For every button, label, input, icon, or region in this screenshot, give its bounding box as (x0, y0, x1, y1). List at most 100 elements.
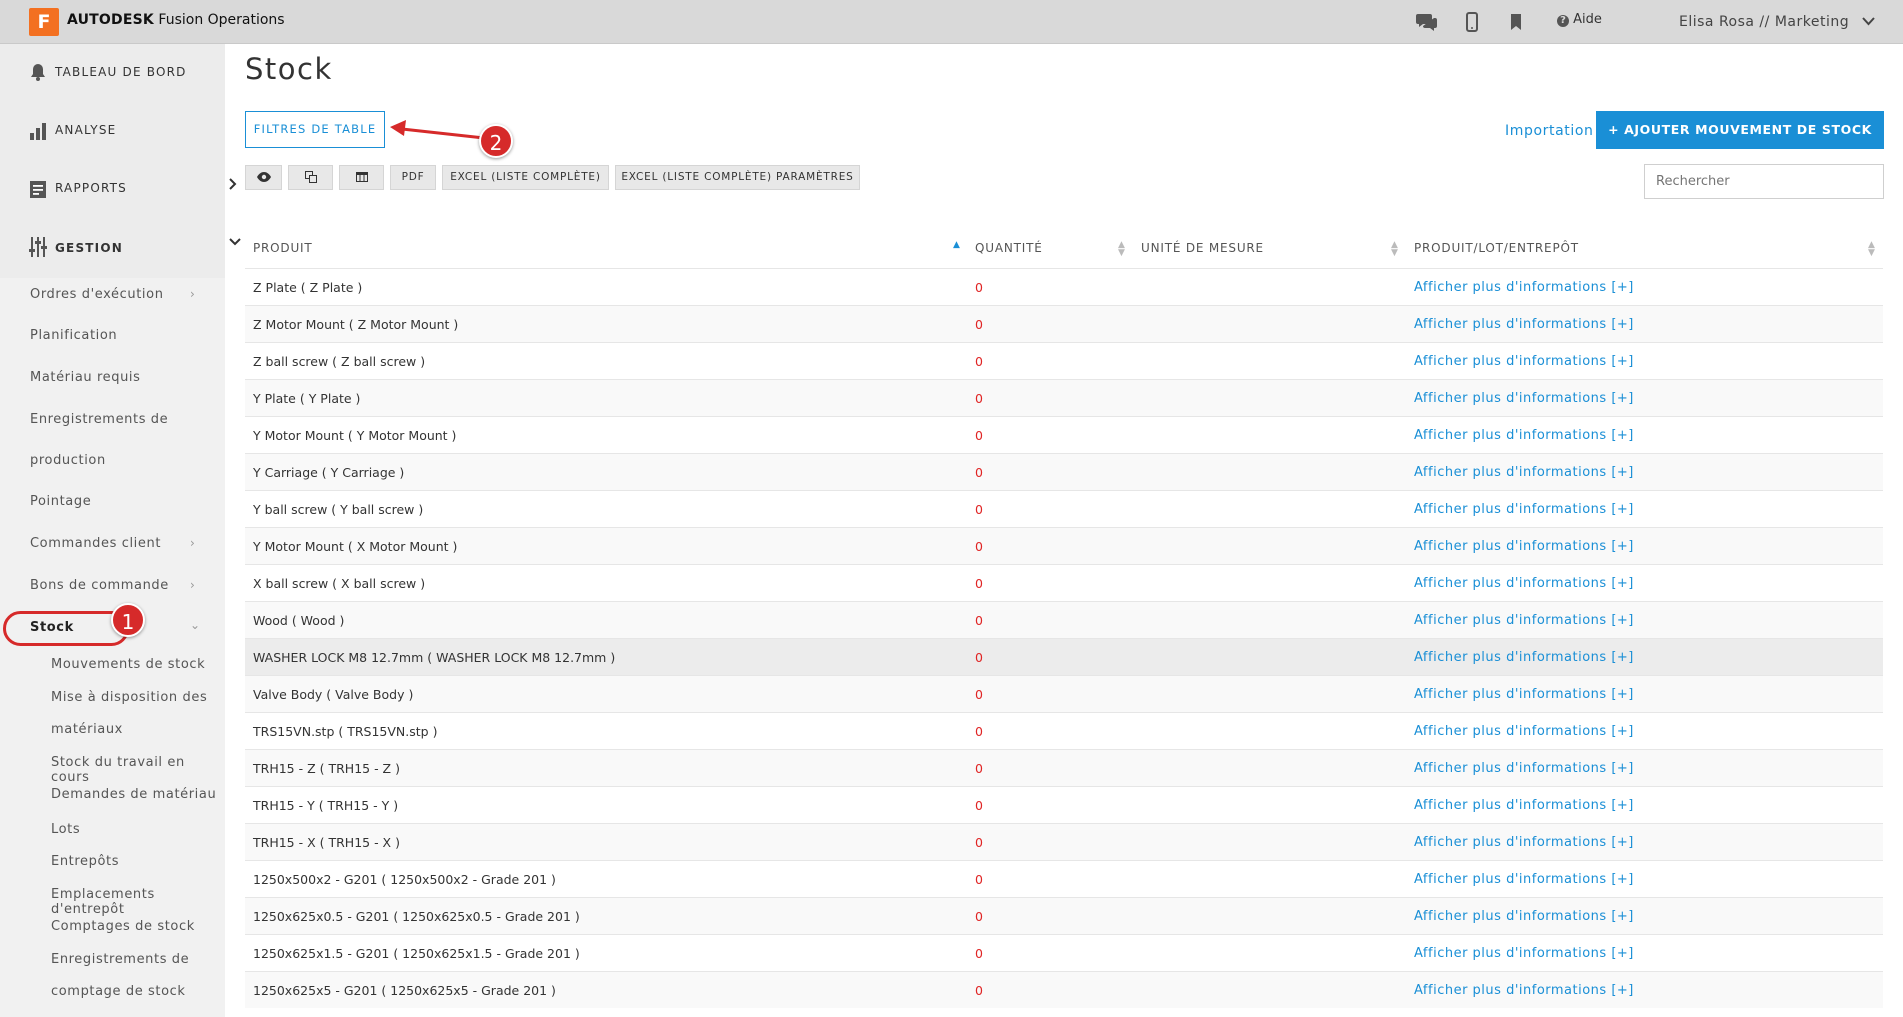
sort-icon[interactable]: ▲ ▼ (1391, 241, 1398, 258)
table-row[interactable]: 1250x500x2 - G201 ( 1250x500x2 - Grade 2… (245, 860, 1883, 897)
sidebar-subitem-demandes-de-materiau[interactable]: Demandes de matériau (51, 787, 216, 802)
sidebar-item-analyse[interactable]: ANALYSE (0, 102, 225, 160)
sidebar-subitem-lots[interactable]: Lots (51, 822, 80, 837)
sidebar-item-tableau-de-bord[interactable]: TABLEAU DE BORD (0, 44, 225, 102)
excel-export-settings-button[interactable]: EXCEL (LISTE COMPLÈTE) PARAMÈTRES (615, 165, 860, 190)
import-link[interactable]: Importation (1505, 123, 1593, 139)
copy-button[interactable] (288, 165, 333, 190)
more-info-link[interactable]: Afficher plus d'informations [+] (1414, 354, 1634, 369)
product-cell: Y Motor Mount ( X Motor Mount ) (253, 539, 458, 554)
table-row[interactable]: TRH15 - X ( TRH15 - X ) 0 Afficher plus d'… (245, 823, 1883, 860)
table-row[interactable]: Y Motor Mount ( Y Motor Mount ) 0 Afficher… (245, 416, 1883, 453)
sidebar-subitem-enregistrements-comptage[interactable]: Enregistrements de (51, 952, 189, 967)
mobile-icon[interactable] (1460, 10, 1484, 34)
sidebar-subitem-mise-a-disposition-line2[interactable]: matériaux (51, 722, 123, 737)
sort-icon[interactable]: ▲ ▼ (1118, 241, 1125, 258)
sidebar: TABLEAU DE BORD ANALYSE RAPPORTS GESTION… (0, 44, 241, 1017)
sidebar-item-planification[interactable]: Planification (30, 328, 117, 343)
more-info-link[interactable]: Afficher plus d'informations [+] (1414, 909, 1634, 924)
sidebar-subitem-stock-travail-en-cours[interactable]: Stock du travail en cours (51, 755, 225, 785)
table-row[interactable]: Wood ( Wood ) 0 Afficher plus d'informatio… (245, 601, 1883, 638)
table-row[interactable]: TRH15 - Y ( TRH15 - Y ) 0 Afficher plus d'… (245, 786, 1883, 823)
column-header-produit-lot-entrepot[interactable]: PRODUIT/LOT/ENTREPÔT (1414, 241, 1579, 255)
sidebar-subitem-emplacements-entrepot[interactable]: Emplacements d'entrepôt (51, 887, 225, 917)
user-menu[interactable]: Elisa Rosa // Marketing (1679, 14, 1875, 30)
table-row[interactable]: TRH15 - Z ( TRH15 - Z ) 0 Afficher plus d'… (245, 749, 1883, 786)
more-info-link[interactable]: Afficher plus d'informations [+] (1414, 872, 1634, 887)
sidebar-item-materiau-requis[interactable]: Matériau requis (30, 370, 141, 385)
more-info-link[interactable]: Afficher plus d'informations [+] (1414, 761, 1634, 776)
table-filters-button[interactable]: FILTRES DE TABLE (245, 111, 385, 148)
quantity-cell: 0 (975, 576, 983, 591)
column-header-produit[interactable]: PRODUIT (253, 241, 313, 255)
table-row[interactable]: 1250x625x1.5 - G201 ( 1250x625x1.5 - Gra… (245, 934, 1883, 971)
annotation-badge-2: 2 (479, 124, 513, 158)
table-row[interactable]: TRS15VN.stp ( TRS15VN.stp ) 0 Afficher plu… (245, 712, 1883, 749)
pdf-export-button[interactable]: PDF (390, 165, 436, 190)
copy-icon (304, 171, 317, 183)
columns-button[interactable] (339, 165, 384, 190)
more-info-link[interactable]: Afficher plus d'informations [+] (1414, 835, 1634, 850)
more-info-link[interactable]: Afficher plus d'informations [+] (1414, 317, 1634, 332)
sidebar-subitem-mouvements-de-stock[interactable]: Mouvements de stock (51, 657, 205, 672)
table-row[interactable]: Z Plate ( Z Plate ) 0 Afficher plus d'info… (245, 268, 1883, 305)
table-row[interactable]: Valve Body ( Valve Body ) 0 Afficher plus … (245, 675, 1883, 712)
quantity-cell: 0 (975, 946, 983, 961)
bookmark-icon[interactable] (1504, 10, 1528, 34)
more-info-link[interactable]: Afficher plus d'informations [+] (1414, 576, 1634, 591)
table-row[interactable]: 1250x625x0.5 - G201 ( 1250x625x0.5 - Gra… (245, 897, 1883, 934)
quantity-cell: 0 (975, 983, 983, 998)
table-row[interactable]: X ball screw ( X ball screw ) 0 Afficher p… (245, 564, 1883, 601)
help-icon: ? (1557, 15, 1569, 27)
table-row[interactable]: Y Plate ( Y Plate ) 0 Afficher plus d'info… (245, 379, 1883, 416)
product-cell: Z Motor Mount ( Z Motor Mount ) (253, 317, 459, 332)
more-info-link[interactable]: Afficher plus d'informations [+] (1414, 724, 1634, 739)
more-info-link[interactable]: Afficher plus d'informations [+] (1414, 650, 1634, 665)
more-info-link[interactable]: Afficher plus d'informations [+] (1414, 502, 1634, 517)
table-row[interactable]: Z ball screw ( Z ball screw ) 0 Afficher p… (245, 342, 1883, 379)
annotation-arrow (390, 120, 485, 140)
table-row[interactable]: Y Motor Mount ( X Motor Mount ) 0 Afficher… (245, 527, 1883, 564)
sidebar-item-gestion[interactable]: GESTION (0, 218, 241, 278)
more-info-link[interactable]: Afficher plus d'informations [+] (1414, 798, 1634, 813)
quantity-cell: 0 (975, 391, 983, 406)
sort-asc-icon[interactable]: ▲ (953, 241, 960, 250)
sidebar-item-enregistrements-production-line2[interactable]: production (30, 453, 106, 468)
excel-export-button[interactable]: EXCEL (LISTE COMPLÈTE) (442, 165, 609, 190)
sidebar-subitem-mise-a-disposition[interactable]: Mise à disposition des (51, 690, 207, 705)
sidebar-subitem-comptages-de-stock[interactable]: Comptages de stock (51, 919, 195, 934)
chat-icon[interactable] (1415, 10, 1439, 34)
sidebar-subitem-entrepots[interactable]: Entrepôts (51, 854, 119, 869)
help-link[interactable]: ? Aide (1557, 12, 1602, 27)
more-info-link[interactable]: Afficher plus d'informations [+] (1414, 280, 1634, 295)
table-row[interactable]: 1250x625x5 - G201 ( 1250x625x5 - Grade 2… (245, 971, 1883, 1008)
table-row[interactable]: Y ball screw ( Y ball screw ) 0 Afficher p… (245, 490, 1883, 527)
column-visibility-button[interactable] (245, 165, 282, 190)
sort-icon[interactable]: ▲ ▼ (1868, 241, 1875, 258)
more-info-link[interactable]: Afficher plus d'informations [+] (1414, 391, 1634, 406)
column-header-quantite[interactable]: QUANTITÉ (975, 241, 1043, 255)
fusion-logo[interactable]: F (29, 8, 59, 36)
column-header-unite[interactable]: UNITÉ DE MESURE (1141, 241, 1264, 255)
sidebar-item-pointage[interactable]: Pointage (30, 494, 91, 509)
table-row[interactable]: WASHER LOCK M8 12.7mm ( WASHER LOCK M8 1… (245, 638, 1883, 675)
search-input[interactable] (1644, 164, 1884, 199)
more-info-link[interactable]: Afficher plus d'informations [+] (1414, 687, 1634, 702)
more-info-link[interactable]: Afficher plus d'informations [+] (1414, 946, 1634, 961)
table-row[interactable]: Z Motor Mount ( Z Motor Mount ) 0 Afficher… (245, 305, 1883, 342)
add-stock-movement-button[interactable]: + AJOUTER MOUVEMENT DE STOCK (1596, 111, 1884, 149)
sidebar-item-label: TABLEAU DE BORD (55, 65, 187, 79)
more-info-link[interactable]: Afficher plus d'informations [+] (1414, 428, 1634, 443)
more-info-link[interactable]: Afficher plus d'informations [+] (1414, 613, 1634, 628)
sidebar-item-rapports[interactable]: RAPPORTS (0, 160, 237, 218)
more-info-link[interactable]: Afficher plus d'informations [+] (1414, 983, 1634, 998)
sidebar-item-commandes-client[interactable]: Commandes client (30, 536, 161, 551)
sidebar-item-bons-de-commande[interactable]: Bons de commande (30, 578, 169, 593)
sidebar-subitem-enregistrements-comptage-line2[interactable]: comptage de stock (51, 984, 186, 999)
table-row[interactable]: Y Carriage ( Y Carriage ) 0 Afficher plus … (245, 453, 1883, 490)
sidebar-item-enregistrements-production[interactable]: Enregistrements de (30, 412, 168, 427)
more-info-link[interactable]: Afficher plus d'informations [+] (1414, 539, 1634, 554)
more-info-link[interactable]: Afficher plus d'informations [+] (1414, 465, 1634, 480)
sidebar-item-ordres-execution[interactable]: Ordres d'exécution (30, 287, 164, 302)
quantity-cell: 0 (975, 687, 983, 702)
